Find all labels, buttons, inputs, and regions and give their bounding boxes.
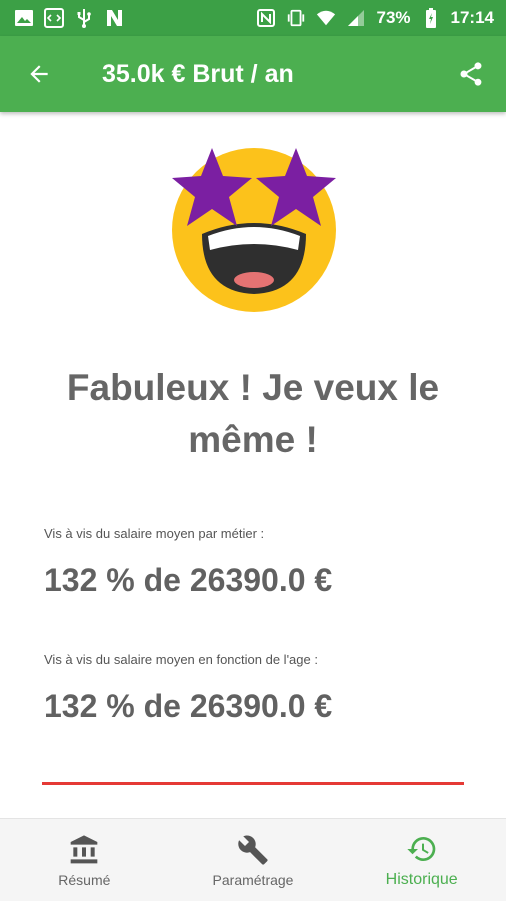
status-right-icons: 73% 17:14 (256, 8, 494, 28)
share-button[interactable] (446, 49, 496, 99)
signal-icon (346, 8, 366, 28)
app-toolbar: 35.0k € Brut / an (0, 36, 506, 112)
wifi-icon (316, 8, 336, 28)
status-bar: 73% 17:14 (0, 0, 506, 36)
nav-item-parametrage[interactable]: Paramétrage (169, 819, 338, 901)
image-icon (14, 8, 34, 28)
comparison-value-age: 132 % de 26390.0 € (44, 688, 333, 724)
nfc-icon (256, 8, 276, 28)
n-app-icon (104, 8, 124, 28)
wrench-icon (235, 832, 271, 868)
comparison-value-job: 132 % de 26390.0 € (44, 562, 333, 598)
nav-item-historique[interactable]: Historique (337, 819, 506, 901)
clock: 17:14 (450, 8, 494, 27)
result-headline: Fabuleux ! Je veux le même ! (66, 367, 440, 460)
history-icon (404, 831, 440, 867)
comparison-label-job: Vis à vis du salaire moyen par métier : (44, 526, 265, 541)
bottom-navigation: Résumé Paramétrage Historique (0, 818, 506, 901)
nav-label-resume: Résumé (58, 872, 111, 888)
share-icon (460, 62, 482, 86)
back-button[interactable] (14, 49, 64, 99)
bank-icon (66, 832, 102, 868)
arrow-back-icon (30, 65, 48, 83)
nav-label-historique: Historique (385, 871, 458, 888)
star-struck-emoji (168, 142, 344, 318)
code-icon (44, 8, 64, 28)
usb-icon (74, 8, 94, 28)
page-title: 35.0k € Brut / an (102, 59, 294, 88)
status-left-icons (14, 8, 124, 28)
vibrate-icon (286, 8, 306, 28)
nav-item-resume[interactable]: Résumé (0, 819, 169, 901)
nav-label-parametrage: Paramétrage (212, 872, 294, 888)
battery-icon (421, 8, 441, 28)
divider-line (42, 782, 464, 785)
comparison-label-age: Vis à vis du salaire moyen en fonction d… (44, 652, 318, 667)
battery-percent: 73% (376, 8, 411, 27)
